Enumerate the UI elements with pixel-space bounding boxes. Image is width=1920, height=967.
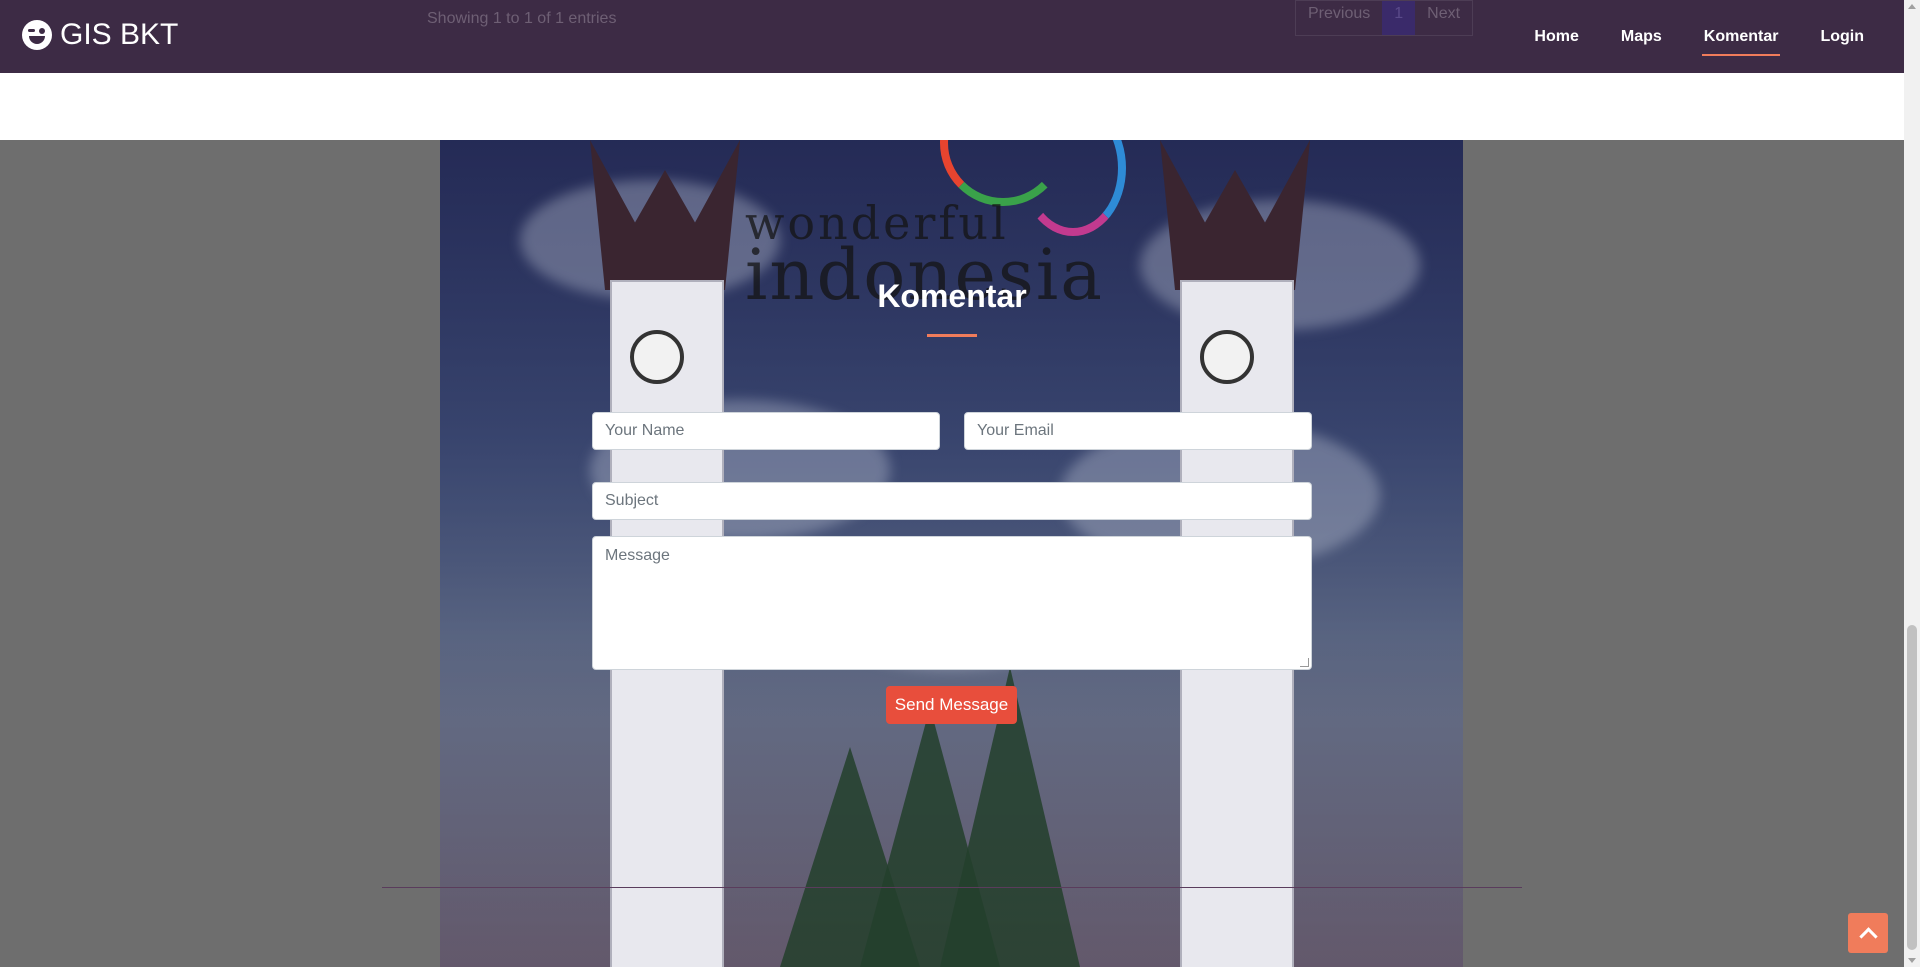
page-scrollbar[interactable] <box>1904 0 1920 967</box>
navbar: Showing 1 to 1 of 1 entries Previous 1 N… <box>0 0 1904 73</box>
main-nav: Home Maps Komentar Login <box>1494 0 1866 73</box>
entries-info: Showing 1 to 1 of 1 entries <box>427 10 617 27</box>
send-message-button[interactable]: Send Message <box>886 686 1017 724</box>
white-band <box>0 73 1904 140</box>
resize-handle-icon[interactable] <box>1300 658 1309 667</box>
nav-item-maps[interactable]: Maps <box>1619 24 1664 50</box>
chevron-up-icon <box>1858 926 1878 946</box>
pagination-previous[interactable]: Previous <box>1296 1 1382 35</box>
message-textarea[interactable]: Message <box>592 536 1312 670</box>
brand-name: GIS BKT <box>60 18 179 51</box>
title-underline <box>927 334 977 337</box>
scroll-up-arrow-icon[interactable] <box>1908 4 1916 9</box>
nav-item-home[interactable]: Home <box>1532 24 1580 50</box>
subject-input[interactable]: Subject <box>592 482 1312 520</box>
name-input[interactable]: Your Name <box>592 412 940 450</box>
message-placeholder: Message <box>605 547 670 564</box>
scrollbar-thumb[interactable] <box>1907 625 1917 950</box>
pagination-next[interactable]: Next <box>1415 1 1472 35</box>
nav-item-komentar[interactable]: Komentar <box>1701 24 1781 56</box>
email-input[interactable]: Your Email <box>964 412 1312 450</box>
brand-logo-link[interactable]: GIS BKT <box>22 18 178 52</box>
pagination-page[interactable]: 1 <box>1382 1 1416 35</box>
nav-item-login[interactable]: Login <box>1818 24 1866 50</box>
section-title: Komentar <box>877 278 1027 314</box>
wink-face-icon <box>22 20 52 50</box>
back-to-top-button[interactable] <box>1848 913 1888 953</box>
scroll-down-arrow-icon[interactable] <box>1908 958 1916 963</box>
pagination: Previous 1 Next <box>1295 0 1474 36</box>
table-footer-behind-navbar: Showing 1 to 1 of 1 entries Previous 1 N… <box>395 0 1510 52</box>
footer-divider <box>382 887 1522 888</box>
